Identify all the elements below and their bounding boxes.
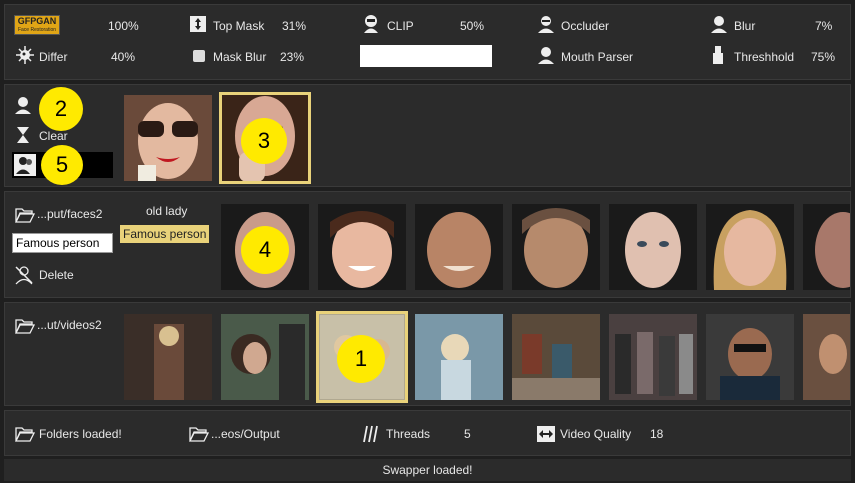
- video-image: [512, 314, 600, 400]
- bottom-toolbar: Folders loaded! ...eos/Output Threads 5 …: [4, 410, 851, 456]
- video-thumb[interactable]: [415, 314, 503, 400]
- marker-2: 2: [39, 87, 83, 131]
- mask-blur-label[interactable]: Mask Blur: [213, 50, 266, 64]
- video-thumb[interactable]: [221, 314, 309, 400]
- settings-panel: GFPGAN Face Restoration 100% Top Mask 31…: [4, 4, 851, 80]
- video-quality-label[interactable]: Video Quality: [560, 427, 631, 441]
- video-image: [609, 314, 697, 400]
- occluder-person-icon: [536, 14, 556, 37]
- differ-value[interactable]: 40%: [111, 50, 135, 64]
- face-thumb[interactable]: [318, 204, 406, 290]
- occluder-label[interactable]: Occluder: [561, 19, 609, 33]
- clip-label[interactable]: CLIP: [387, 19, 414, 33]
- blur-person-icon: [709, 14, 729, 37]
- video-thumb[interactable]: [124, 314, 212, 400]
- threads-icon: [363, 425, 379, 446]
- clip-text-input[interactable]: [360, 45, 492, 67]
- virus-icon: [15, 45, 35, 68]
- differ-label[interactable]: Differ: [39, 50, 67, 64]
- marker-5: 5: [41, 145, 83, 185]
- source-faces-panel: 2 Clear 5 3: [4, 84, 851, 187]
- video-thumb[interactable]: [512, 314, 600, 400]
- saved-face-name-highlight[interactable]: Famous person: [120, 225, 210, 243]
- video-image: [124, 314, 212, 400]
- gfpgan-logo-text: GFPGAN: [17, 16, 57, 26]
- folder-icon[interactable]: [14, 318, 36, 337]
- status-bar: Swapper loaded!: [4, 459, 851, 481]
- clear-label[interactable]: Clear: [39, 129, 68, 143]
- face-image: [609, 204, 697, 290]
- person-icon[interactable]: [13, 95, 33, 118]
- threshold-value[interactable]: 75%: [811, 50, 835, 64]
- blur-label[interactable]: Blur: [734, 19, 755, 33]
- delete-label[interactable]: Delete: [39, 268, 74, 282]
- clear-icon[interactable]: [15, 125, 31, 148]
- folder-icon[interactable]: [14, 207, 36, 226]
- video-image: [803, 314, 850, 400]
- face-thumb[interactable]: [609, 204, 697, 290]
- output-folder-label[interactable]: ...eos/Output: [211, 427, 280, 441]
- face-image: [803, 204, 850, 290]
- gfpgan-logo[interactable]: GFPGAN Face Restoration: [14, 15, 60, 35]
- marker-3: 3: [241, 118, 287, 164]
- face-image: [415, 204, 503, 290]
- threshold-icon: [711, 45, 725, 68]
- top-mask-label[interactable]: Top Mask: [213, 19, 264, 33]
- video-quality-value[interactable]: 18: [650, 427, 663, 441]
- mouth-person-icon: [536, 45, 556, 68]
- top-mask-value[interactable]: 31%: [282, 19, 306, 33]
- faces-folder-label[interactable]: ...put/faces2: [37, 207, 102, 221]
- delete-icon[interactable]: [14, 265, 34, 288]
- threshold-label[interactable]: Threshhold: [734, 50, 794, 64]
- arrows-vertical-icon: [189, 15, 207, 36]
- gfpgan-logo-sub: Face Restoration: [17, 27, 57, 33]
- threads-label[interactable]: Threads: [386, 427, 430, 441]
- source-face-thumb[interactable]: [124, 95, 212, 181]
- threads-value[interactable]: 5: [464, 427, 471, 441]
- blur-value[interactable]: 7%: [815, 19, 832, 33]
- faces-panel: ...put/faces2 Famous person Delete old l…: [4, 191, 851, 298]
- hazmat-icon: [361, 14, 381, 37]
- gfpgan-value[interactable]: 100%: [108, 19, 139, 33]
- folder-icon[interactable]: [14, 426, 36, 445]
- source-face-image: [124, 95, 212, 181]
- videos-panel: ...ut/videos2 1: [4, 302, 851, 406]
- saved-face-name[interactable]: old lady: [146, 204, 187, 218]
- video-image: [415, 314, 503, 400]
- clip-value[interactable]: 50%: [460, 19, 484, 33]
- width-arrows-icon: [536, 425, 556, 446]
- square-icon: [192, 49, 206, 66]
- face-image: [318, 204, 406, 290]
- face-thumb[interactable]: [706, 204, 794, 290]
- face-thumb[interactable]: [512, 204, 600, 290]
- status-text: Swapper loaded!: [382, 463, 473, 477]
- face-image: [512, 204, 600, 290]
- mask-blur-value[interactable]: 23%: [280, 50, 304, 64]
- video-thumb[interactable]: [803, 314, 850, 400]
- two-persons-icon: [14, 154, 36, 179]
- face-image: [706, 204, 794, 290]
- videos-folder-label[interactable]: ...ut/videos2: [37, 318, 102, 332]
- video-image: [706, 314, 794, 400]
- video-thumb[interactable]: [609, 314, 697, 400]
- face-thumb[interactable]: [803, 204, 850, 290]
- face-name-input[interactable]: Famous person: [12, 233, 113, 253]
- folders-loaded-text[interactable]: Folders loaded!: [39, 427, 122, 441]
- video-thumb[interactable]: [706, 314, 794, 400]
- marker-1: 1: [337, 335, 385, 383]
- mouth-parser-label[interactable]: Mouth Parser: [561, 50, 633, 64]
- output-folder-icon[interactable]: [188, 426, 210, 445]
- video-image: [221, 314, 309, 400]
- face-thumb[interactable]: [415, 204, 503, 290]
- marker-4: 4: [241, 226, 289, 274]
